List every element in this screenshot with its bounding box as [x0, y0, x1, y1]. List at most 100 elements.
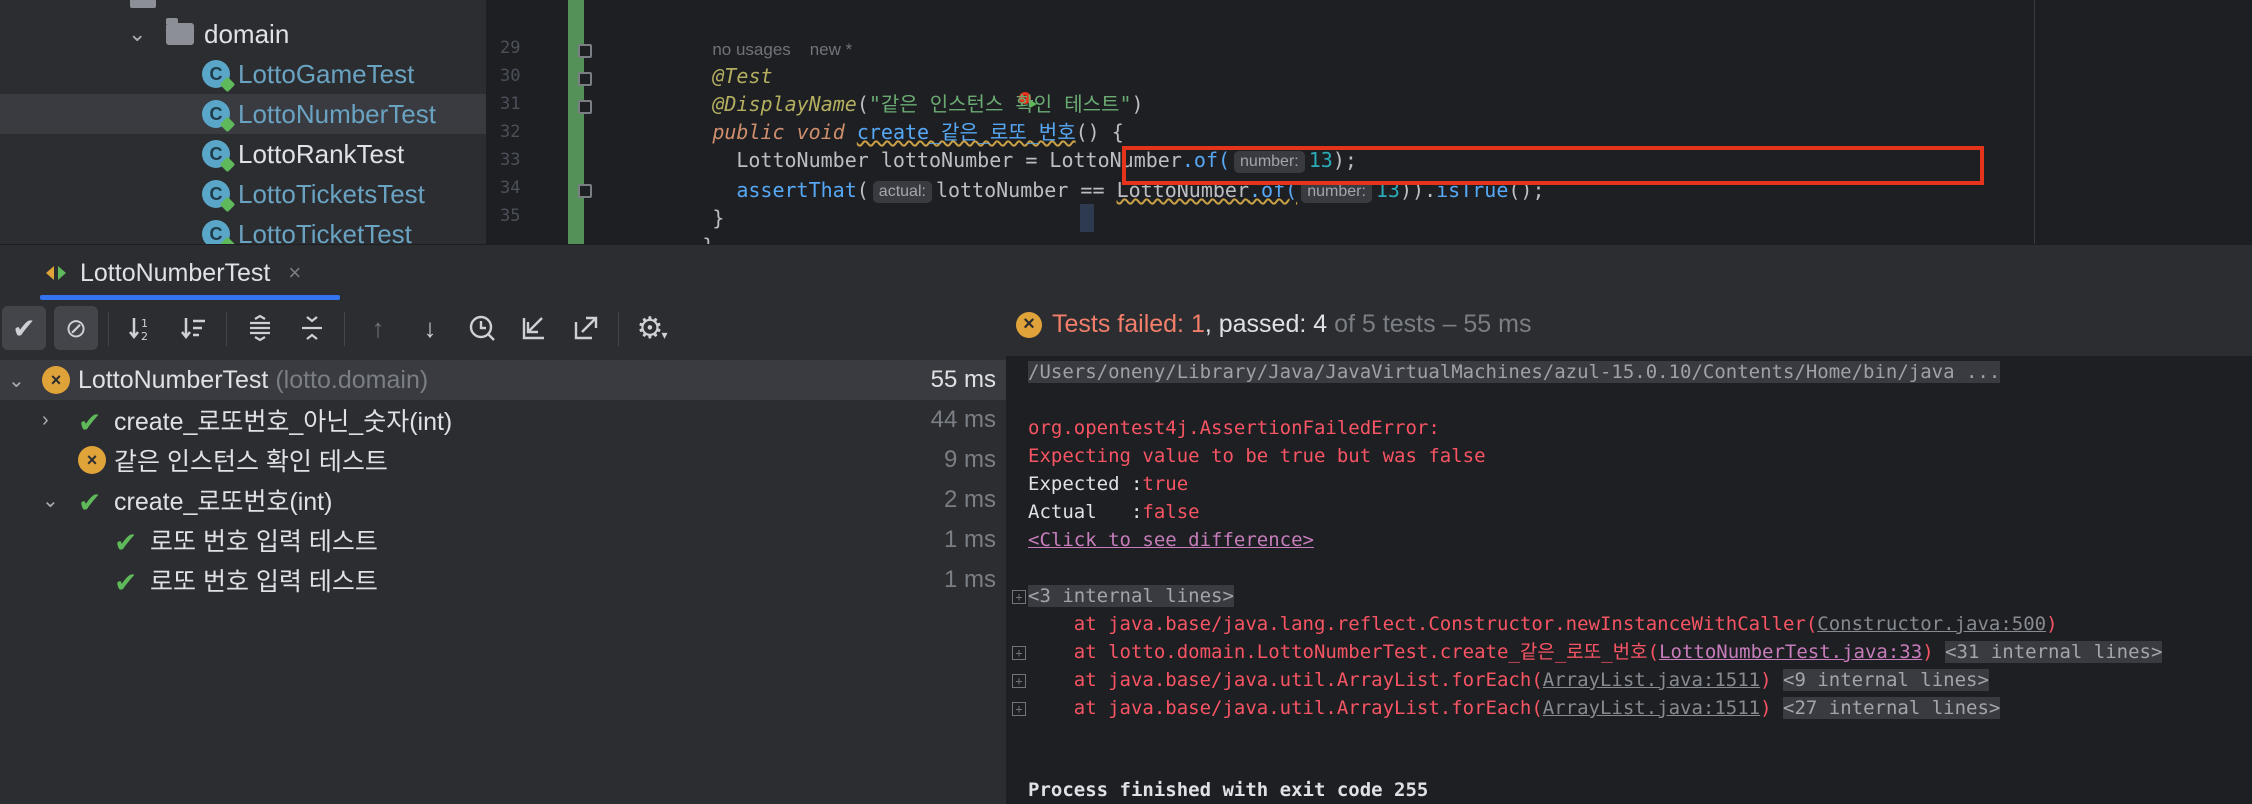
- expand-all-button[interactable]: [238, 306, 282, 350]
- internal-lines-fold[interactable]: <27 internal lines>: [1783, 697, 2001, 719]
- code-editor[interactable]: 29 30 31 32 33 34 35 ! no usages new * @…: [486, 0, 2252, 244]
- code-content[interactable]: no usages new * @Test @DisplayName("같은 인…: [616, 0, 2116, 244]
- console-line: /Users/oneny/Library/Java/JavaVirtualMac…: [1028, 358, 2001, 386]
- no-entry-icon: ⊘: [65, 312, 87, 343]
- sort-alpha-icon: 12: [129, 317, 148, 342]
- source-link[interactable]: ArrayList.java:1511: [1543, 697, 1760, 719]
- source-link[interactable]: ArrayList.java:1511: [1543, 669, 1760, 691]
- run-config-icon: [46, 266, 66, 280]
- stack-frame: at lotto.domain.LottoNumberTest.create_같…: [1028, 641, 1660, 663]
- toolbar-separator: [618, 312, 619, 346]
- expand-icon[interactable]: +: [1012, 646, 1026, 660]
- test-node[interactable]: ✔ 로또 번호 입력 테스트 1 ms: [0, 520, 1006, 560]
- next-failed-button[interactable]: ↓: [408, 306, 452, 350]
- close-icon[interactable]: ×: [288, 260, 301, 286]
- internal-lines-fold[interactable]: <9 internal lines>: [1783, 669, 1989, 691]
- console-line: org.opentest4j.AssertionFailedError:: [1028, 417, 1440, 439]
- fold-marker-icon[interactable]: [578, 72, 592, 86]
- failed-icon: ×: [1016, 311, 1042, 338]
- chevron-down-icon: ▾: [661, 328, 668, 342]
- settings-button[interactable]: ⚙ ▾: [630, 306, 674, 350]
- diff-link[interactable]: <Click to see difference>: [1028, 529, 1314, 551]
- folder-icon: [166, 18, 194, 45]
- console-line: <3 internal lines>: [1028, 582, 1234, 610]
- run-tab-label: LottoNumberTest: [80, 258, 271, 287]
- check-icon: ✔: [114, 567, 138, 598]
- chevron-right-icon[interactable]: ›: [42, 409, 49, 432]
- sort-alphabetically-button[interactable]: 12: [120, 306, 164, 350]
- test-duration: 55 ms: [930, 366, 996, 393]
- chevron-down-icon[interactable]: ⌄: [128, 21, 146, 47]
- internal-lines-fold[interactable]: <3 internal lines>: [1028, 585, 1234, 607]
- stack-frame: ): [2046, 613, 2058, 635]
- tree-item-lottogametest[interactable]: C LottoGameTest: [0, 54, 486, 94]
- line-number: 32: [500, 122, 521, 142]
- arrow-down-icon: ↓: [423, 312, 437, 343]
- test-name: create_로또번호_아닌_숫자(int): [114, 408, 453, 436]
- svg-text:2: 2: [141, 330, 148, 342]
- console-output[interactable]: /Users/oneny/Library/Java/JavaVirtualMac…: [1008, 356, 2252, 804]
- fold-marker-icon[interactable]: [578, 44, 592, 58]
- source-link[interactable]: Constructor.java:500: [1817, 613, 2046, 635]
- show-ignored-button[interactable]: ⊘: [54, 306, 98, 350]
- test-name: 로또 번호 입력 테스트: [150, 528, 378, 556]
- folder-icon: [130, 0, 156, 8]
- tree-item-lottoranktest[interactable]: C LottoRankTest: [0, 134, 486, 174]
- test-history-button[interactable]: [460, 306, 504, 350]
- collapse-all-button[interactable]: [290, 306, 334, 350]
- tree-item-label: LottoGameTest: [238, 58, 415, 89]
- svg-text:1: 1: [141, 317, 148, 330]
- tree-item-lottoticketstest[interactable]: C LottoTicketsTest: [0, 174, 486, 214]
- test-node-class[interactable]: ⌄ × LottoNumberTest (lotto.domain) 55 ms: [0, 360, 1006, 400]
- stack-frame: at java.base/java.util.ArrayList.forEach…: [1028, 669, 1543, 691]
- sort-by-duration-button[interactable]: [172, 306, 216, 350]
- tree-folder-domain[interactable]: ⌄ domain: [0, 14, 486, 54]
- test-duration: 9 ms: [943, 446, 996, 473]
- export-tests-button[interactable]: [564, 306, 608, 350]
- toolbar-separator: [344, 312, 345, 346]
- code-line-34: }: [616, 176, 724, 230]
- previous-failed-button[interactable]: ↑: [356, 306, 400, 350]
- test-node[interactable]: ⌄ ✔ create_로또번호(int) 2 ms: [0, 480, 1006, 520]
- console-line: Process finished with exit code 255: [1028, 779, 1429, 801]
- tree-item-label: LottoTicketsTest: [238, 178, 425, 209]
- test-results-tree: ⌄ × LottoNumberTest (lotto.domain) 55 ms…: [0, 356, 1006, 804]
- test-node[interactable]: ✔ 로또 번호 입력 테스트 1 ms: [0, 560, 1006, 600]
- fold-marker-icon[interactable]: [578, 184, 592, 198]
- internal-lines-fold[interactable]: <31 internal lines>: [1945, 641, 2163, 663]
- import-tests-button[interactable]: [512, 306, 556, 350]
- line-number: 34: [500, 178, 521, 198]
- chevron-down-icon[interactable]: ⌄: [8, 368, 25, 393]
- console-line: at lotto.domain.LottoNumberTest.create_같…: [1028, 638, 2163, 666]
- export-icon: [574, 316, 598, 340]
- test-node[interactable]: › ✔ create_로또번호_아닌_숫자(int) 44 ms: [0, 400, 1006, 440]
- vcs-change-marker: [568, 0, 584, 244]
- expand-icon[interactable]: +: [1012, 702, 1026, 716]
- expand-icon[interactable]: +: [1012, 674, 1026, 688]
- expand-icon[interactable]: +: [1012, 590, 1026, 604]
- actual-value: false: [1142, 501, 1200, 523]
- tree-item-lottotickettest[interactable]: C LottoTicketTest: [0, 214, 486, 244]
- check-icon: ✔: [114, 527, 138, 558]
- console-line: at java.base/java.lang.reflect.Construct…: [1028, 610, 2058, 638]
- code-line-31: public void create_같은_로또_번호() {: [616, 90, 1123, 144]
- tree-item-lottonumbertest[interactable]: C LottoNumberTest: [0, 94, 486, 134]
- command-line[interactable]: /Users/oneny/Library/Java/JavaVirtualMac…: [1028, 361, 2001, 383]
- stack-frame: ): [1760, 697, 1772, 719]
- import-icon: [522, 317, 544, 340]
- toolbar-separator: [226, 312, 227, 346]
- test-name: 로또 번호 입력 테스트: [150, 568, 378, 596]
- fold-marker-icon[interactable]: [578, 100, 592, 114]
- test-node[interactable]: × 같은 인스턴스 확인 테스트 9 ms: [0, 440, 1006, 480]
- run-tab[interactable]: LottoNumberTest ×: [44, 245, 301, 301]
- source-link[interactable]: LottoNumberTest.java:33: [1659, 641, 1922, 663]
- chevron-down-icon[interactable]: ⌄: [42, 488, 59, 513]
- test-duration: 44 ms: [930, 406, 996, 433]
- console-line: at java.base/java.util.ArrayList.forEach…: [1028, 694, 2001, 722]
- line-number: 30: [500, 66, 521, 86]
- console-line: Expected :true: [1028, 470, 1188, 498]
- method-call: assertThat: [736, 178, 857, 202]
- show-passed-button[interactable]: ✔: [2, 306, 46, 350]
- console-line: <Click to see difference>: [1028, 526, 1314, 554]
- tests-duration: – 55 ms: [1442, 310, 1532, 338]
